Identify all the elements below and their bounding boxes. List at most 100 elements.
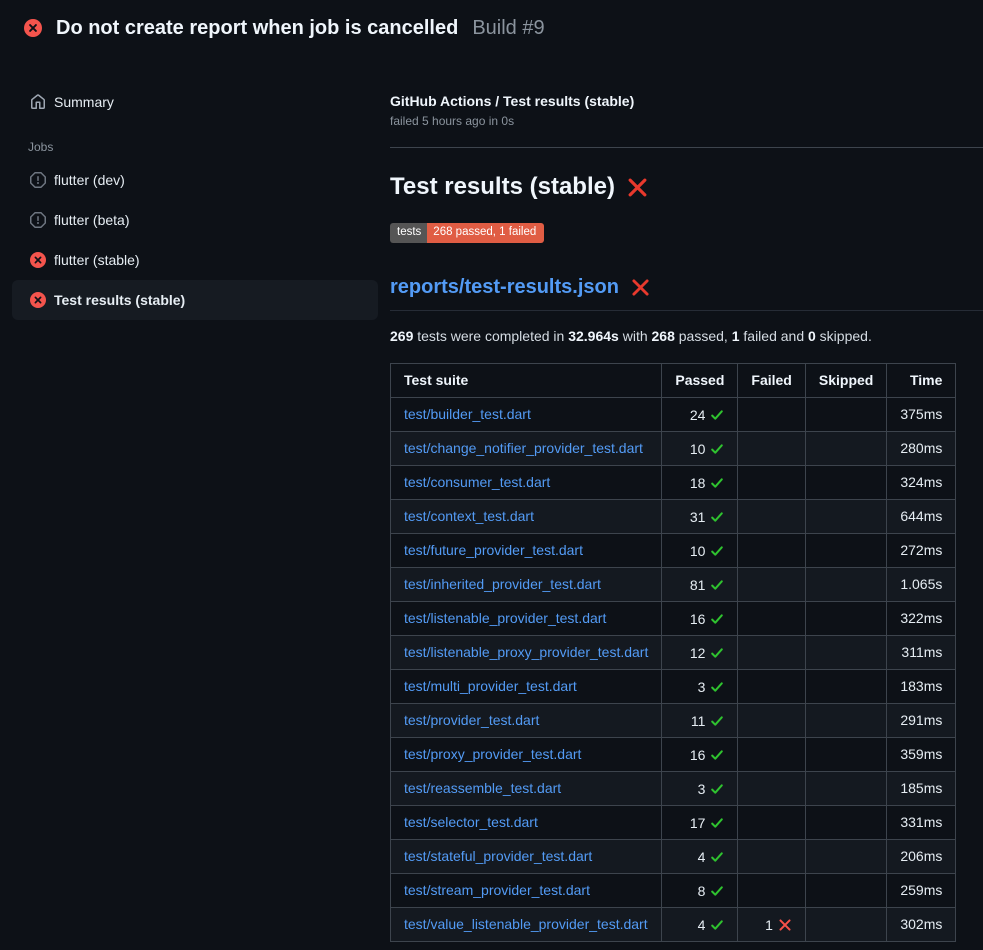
skipped-cell [805,635,886,669]
sidebar-item-flutter-dev[interactable]: flutter (dev) [12,160,378,200]
failed-x-icon [627,177,648,198]
sidebar-item-label: flutter (dev) [54,172,125,188]
test-suite-link[interactable]: test/future_provider_test.dart [404,542,583,558]
skipped-cell [805,601,886,635]
test-suite-link[interactable]: test/change_notifier_provider_test.dart [404,440,643,456]
test-suite-link[interactable]: test/inherited_provider_test.dart [404,576,601,592]
home-icon [30,94,46,110]
check-icon [710,442,724,456]
test-suite-link[interactable]: test/multi_provider_test.dart [404,678,577,694]
table-row: test/stream_provider_test.dart8259ms [391,873,956,907]
passed-cell: 4 [662,839,738,873]
table-row: test/inherited_provider_test.dart811.065… [391,567,956,601]
table-row: test/value_listenable_provider_test.dart… [391,907,956,941]
time-cell: 185ms [887,771,956,805]
x-icon [778,918,792,932]
check-icon [710,816,724,830]
passed-cell: 31 [662,499,738,533]
test-suite-cell: test/multi_provider_test.dart [391,669,662,703]
sidebar-item-flutter-beta[interactable]: flutter (beta) [12,200,378,240]
skipped-cell [805,839,886,873]
column-header-time: Time [887,363,956,397]
failed-cell [738,499,805,533]
failed-cell [738,771,805,805]
test-suite-link[interactable]: test/consumer_test.dart [404,474,550,490]
skipped-cell [805,431,886,465]
sidebar-item-flutter-stable[interactable]: flutter (stable) [12,240,378,280]
badge-label: tests [390,223,427,243]
test-suite-cell: test/provider_test.dart [391,703,662,737]
skipped-cell [805,907,886,941]
page-title: Do not create report when job is cancell… [56,17,458,40]
skipped-cell [805,805,886,839]
tests-status-badge[interactable]: tests 268 passed, 1 failed [390,223,544,243]
failed-cell [738,567,805,601]
sidebar: Summary Jobs flutter (dev) flutter (beta… [0,56,390,320]
time-cell: 272ms [887,533,956,567]
test-suite-link[interactable]: test/listenable_provider_test.dart [404,610,606,626]
test-suite-link[interactable]: test/reassemble_test.dart [404,780,561,796]
test-suite-cell: test/stream_provider_test.dart [391,873,662,907]
failed-cell [738,533,805,567]
check-run-header: Do not create report when job is cancell… [0,0,983,56]
time-cell: 375ms [887,397,956,431]
failed-x-icon [631,278,650,297]
report-file-link[interactable]: reports/test-results.json [390,276,619,299]
passed-cell: 16 [662,737,738,771]
x-circle-fill-icon [30,252,46,268]
test-suite-cell: test/listenable_provider_test.dart [391,601,662,635]
table-row: test/listenable_provider_test.dart 16 322m… [391,601,956,635]
test-suite-link[interactable]: test/builder_test.dart [404,406,531,422]
check-icon [710,680,724,694]
test-suite-cell: test/consumer_test.dart [391,465,662,499]
column-header-passed: Passed [662,363,738,397]
test-suite-link[interactable]: test/context_test.dart [404,508,534,524]
failed-cell [738,839,805,873]
sidebar-item-test-results-stable[interactable]: Test results (stable) [12,280,378,320]
check-icon [710,918,724,932]
failed-cell [738,635,805,669]
passed-cell: 81 [662,567,738,601]
table-row: test/selector_test.dart17331ms [391,805,956,839]
table-row: test/stateful_provider_test.dart 4 206ms [391,839,956,873]
test-suite-cell: test/selector_test.dart [391,805,662,839]
test-suite-link[interactable]: test/provider_test.dart [404,712,539,728]
test-suite-link[interactable]: test/proxy_provider_test.dart [404,746,581,762]
test-suite-cell: test/reassemble_test.dart [391,771,662,805]
test-suite-link[interactable]: test/stream_provider_test.dart [404,882,590,898]
stop-cancelled-icon [30,212,46,228]
column-header-test-suite: Test suite [391,363,662,397]
column-header-skipped: Skipped [805,363,886,397]
sidebar-item-label: Test results (stable) [54,292,185,308]
table-row: test/context_test.dart31644ms [391,499,956,533]
time-cell: 311ms [887,635,956,669]
jobs-section-label: Jobs [28,140,390,154]
passed-cell: 10 [662,533,738,567]
divider [390,147,983,148]
stop-cancelled-icon [30,172,46,188]
x-circle-fill-icon [24,19,42,37]
check-title: Test results (stable) [390,173,615,201]
sidebar-item-label: Summary [54,94,114,110]
table-row: test/builder_test.dart24375ms [391,397,956,431]
passed-cell: 3 [662,771,738,805]
test-suite-link[interactable]: test/listenable_proxy_provider_test.dart [404,644,648,660]
test-suite-link[interactable]: test/stateful_provider_test.dart [404,848,592,864]
time-cell: 322ms [887,601,956,635]
test-suite-cell: test/builder_test.dart [391,397,662,431]
skipped-cell [805,567,886,601]
test-suite-link[interactable]: test/selector_test.dart [404,814,538,830]
time-cell: 259ms [887,873,956,907]
test-suite-link[interactable]: test/value_listenable_provider_test.dart [404,916,648,932]
time-cell: 280ms [887,431,956,465]
time-cell: 206ms [887,839,956,873]
passed-cell: 3 [662,669,738,703]
skipped-cell [805,669,886,703]
test-suite-cell: test/inherited_provider_test.dart [391,567,662,601]
failed-cell [738,737,805,771]
column-header-failed: Failed [738,363,805,397]
passed-cell: 16 [662,601,738,635]
sidebar-item-summary[interactable]: Summary [12,82,378,122]
sidebar-item-label: flutter (stable) [54,252,140,268]
failed-cell [738,601,805,635]
